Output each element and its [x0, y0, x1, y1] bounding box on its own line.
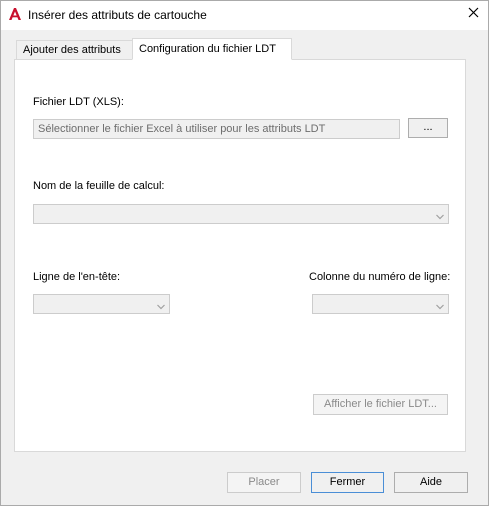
sheet-name-select[interactable]: [33, 204, 449, 224]
header-row-label: Ligne de l'en-tête:: [33, 271, 121, 283]
chevron-down-icon: [436, 211, 444, 220]
chevron-down-icon: [436, 301, 444, 310]
autocad-a-icon: [8, 7, 22, 21]
title-bar: Insérer des attributs de cartouche: [1, 1, 488, 30]
tab-ldt-configuration-label: Configuration du fichier LDT: [139, 43, 276, 55]
close-icon: [468, 7, 479, 21]
ldt-file-field[interactable]: Sélectionner le fichier Excel à utiliser…: [33, 119, 400, 139]
show-ldt-file-button[interactable]: Afficher le fichier LDT...: [313, 394, 448, 415]
tab-add-attributes[interactable]: Ajouter des attributs: [16, 40, 133, 60]
close-dialog-button[interactable]: Fermer: [311, 472, 384, 493]
close-button[interactable]: [459, 3, 487, 25]
ldt-file-label: Fichier LDT (XLS):: [33, 96, 124, 108]
window-title: Insérer des attributs de cartouche: [28, 8, 207, 22]
browse-button[interactable]: ...: [408, 118, 448, 138]
tab-panel: Fichier LDT (XLS): Sélectionner le fichi…: [14, 59, 466, 452]
place-button[interactable]: Placer: [227, 472, 301, 493]
dialog-window: Insérer des attributs de cartouche Ajout…: [0, 0, 489, 506]
row-number-column-label: Colonne du numéro de ligne:: [309, 271, 451, 283]
header-row-select[interactable]: [33, 294, 170, 314]
chevron-down-icon: [157, 301, 165, 310]
tab-ldt-configuration[interactable]: Configuration du fichier LDT: [132, 38, 292, 60]
row-number-column-select[interactable]: [312, 294, 449, 314]
help-button[interactable]: Aide: [394, 472, 468, 493]
tab-add-attributes-label: Ajouter des attributs: [23, 44, 121, 56]
sheet-name-label: Nom de la feuille de calcul:: [33, 180, 165, 192]
